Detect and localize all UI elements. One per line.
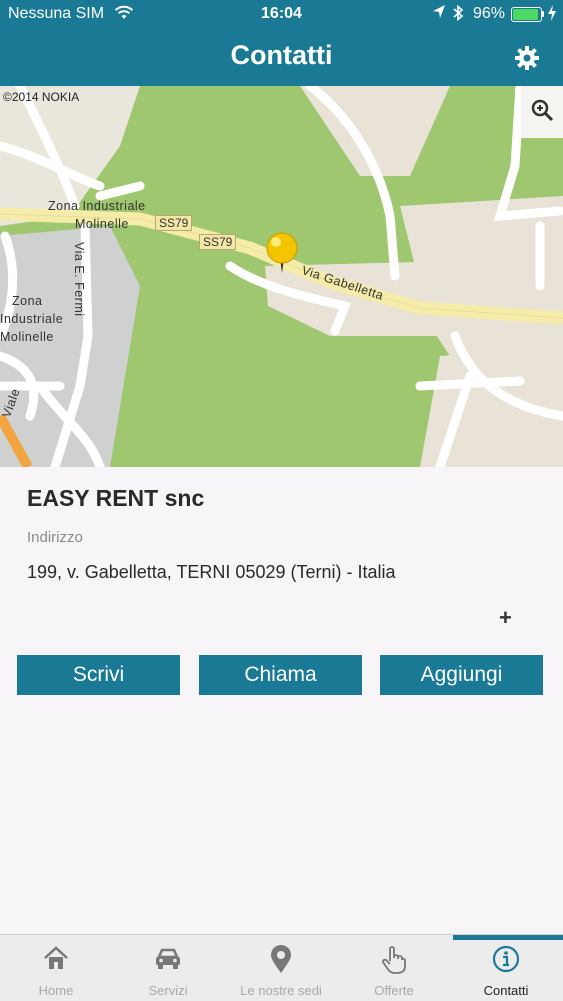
address-text[interactable]: 199, v. Gabelletta, TERNI 05029 (Terni) … — [27, 562, 396, 583]
tab-label: Home — [38, 983, 74, 998]
write-button[interactable]: Scrivi — [17, 655, 180, 695]
address-label: Indirizzo — [27, 529, 83, 546]
battery-percent: 96% — [473, 5, 506, 22]
tab-locations[interactable]: Le nostre sedi — [225, 935, 337, 1001]
gear-icon[interactable] — [514, 45, 542, 73]
expand-button[interactable]: + — [499, 605, 512, 631]
location-arrow-icon — [432, 4, 446, 25]
call-button[interactable]: Chiama — [199, 655, 362, 695]
home-icon — [0, 945, 112, 975]
magnifier-zoom-icon — [530, 98, 554, 127]
charging-icon — [547, 5, 557, 24]
road-shield: SS79 — [199, 234, 237, 250]
bluetooth-icon — [452, 4, 464, 27]
map-label: Zona — [12, 294, 43, 308]
battery-icon — [511, 7, 542, 22]
tab-home[interactable]: Home — [0, 935, 112, 1001]
map-label: Molinelle — [0, 330, 54, 344]
map-copyright: ©2014 NOKIA — [3, 90, 80, 104]
company-name: EASY RENT snc — [27, 485, 205, 511]
page-title: Contatti — [230, 40, 333, 70]
tab-label: Servizi — [148, 983, 188, 998]
tab-offers[interactable]: Offerte — [338, 935, 450, 1001]
location-pin-icon — [225, 945, 337, 975]
map-zoom-button[interactable] — [521, 86, 563, 138]
tab-label: Offerte — [374, 983, 414, 998]
tab-label: Contatti — [483, 983, 529, 998]
map-label: Via E. Fermi — [72, 242, 86, 317]
wifi-icon — [114, 5, 134, 26]
nav-bar: Contatti — [0, 28, 563, 86]
tab-label: Le nostre sedi — [240, 983, 322, 998]
map-label: Zona Industriale — [48, 199, 146, 213]
map-pin-icon[interactable] — [264, 231, 300, 280]
tab-contacts[interactable]: Contatti — [450, 935, 562, 1001]
tab-services[interactable]: Servizi — [112, 935, 224, 1001]
map-view[interactable]: ©2014 NOKIA Zona Industriale Molinelle Z… — [0, 86, 563, 467]
hand-pointer-icon — [338, 945, 450, 975]
map-label: Molinelle — [75, 217, 129, 231]
road-shield: SS79 — [155, 215, 193, 231]
car-icon — [112, 945, 224, 975]
battery-cap — [542, 11, 544, 17]
info-icon — [450, 945, 562, 975]
status-bar: Nessuna SIM 16:04 96% — [0, 0, 563, 28]
tab-bar: Home Servizi Le nostre sedi Offerte Cont… — [0, 934, 563, 1001]
carrier-name: Nessuna SIM — [8, 5, 105, 22]
map-label: Industriale — [0, 312, 64, 326]
add-contact-button[interactable]: Aggiungi — [380, 655, 543, 695]
